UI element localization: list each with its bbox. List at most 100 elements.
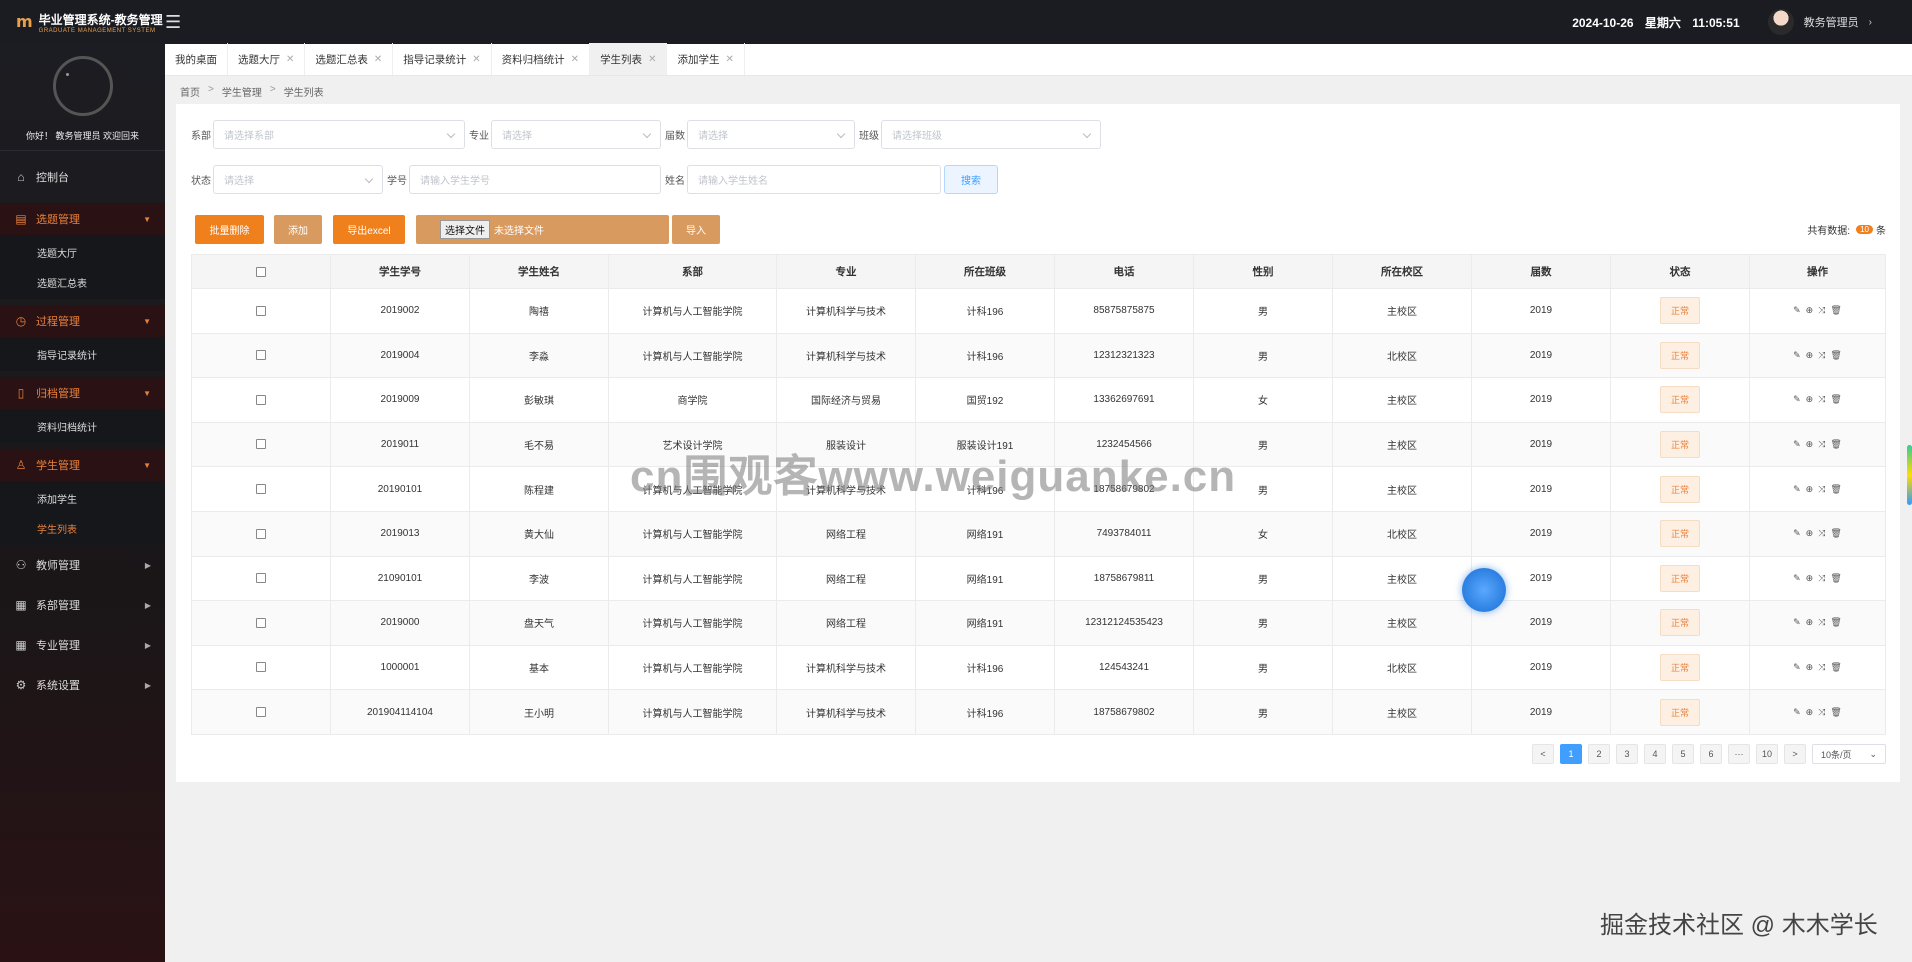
page-1[interactable]: 1 [1560,744,1582,764]
sidebar-subitem-student-list[interactable]: 学生列表 [0,513,165,543]
student-name-input[interactable]: 请输入学生姓名 [687,165,941,194]
delete-icon[interactable]: 🗑 [1830,528,1841,539]
shuffle-icon[interactable]: ⤨ [1818,439,1825,450]
row-checkbox[interactable] [256,573,266,584]
breadcrumb-student-management[interactable]: 学生管理 [222,84,262,99]
breadcrumb-home[interactable]: 首页 [180,84,200,99]
page-4[interactable]: 4 [1644,744,1666,764]
edit-icon[interactable]: ✎ [1793,350,1801,361]
close-icon[interactable]: ✕ [725,54,733,65]
close-icon[interactable]: ✕ [374,54,382,65]
page-10[interactable]: 10 [1756,744,1778,764]
edit-icon[interactable]: ✎ [1793,484,1801,495]
tab-guidance-stats[interactable]: 指导记录统计 ✕ [393,43,492,75]
import-button[interactable]: 导入 [672,215,720,244]
app-logo[interactable]: ⅿ 毕业管理系统-教务管理 GRADUATE MANAGEMENT SYSTEM [0,11,165,34]
chevron-right-icon[interactable]: › [1869,17,1872,28]
tab-desktop[interactable]: 我的桌面 [165,43,228,75]
user-name[interactable]: 教务管理员 [1804,14,1859,30]
edit-icon[interactable]: ✎ [1793,662,1801,673]
sidebar-subitem-topic-hall[interactable]: 选题大厅 [0,237,165,267]
page-3[interactable]: 3 [1616,744,1638,764]
sidebar-item-system-settings[interactable]: ⚙ 系统设置 ▶ [0,665,165,705]
shuffle-icon[interactable]: ⤨ [1818,305,1825,316]
page-2[interactable]: 2 [1588,744,1610,764]
row-checkbox[interactable] [256,484,266,495]
sidebar-subitem-archive-stats[interactable]: 资料归档统计 [0,411,165,441]
sidebar-item-topic-management[interactable]: ▤ 选题管理 ▼ [0,203,165,235]
delete-icon[interactable]: 🗑 [1830,662,1841,673]
menu-toggle-icon[interactable]: ☰ [165,12,181,33]
edit-icon[interactable]: ✎ [1793,617,1801,628]
delete-icon[interactable]: 🗑 [1830,350,1841,361]
row-checkbox[interactable] [256,707,266,717]
download-icon[interactable]: ⊕ [1806,573,1814,584]
shuffle-icon[interactable]: ⤨ [1818,707,1825,718]
page-5[interactable]: 5 [1672,744,1694,764]
download-icon[interactable]: ⊕ [1806,707,1814,718]
close-icon[interactable]: ✕ [286,54,294,65]
shuffle-icon[interactable]: ⤨ [1818,394,1825,405]
page-6[interactable]: 6 [1700,744,1722,764]
sidebar-item-department-management[interactable]: ▦ 系部管理 ▶ [0,585,165,625]
edit-icon[interactable]: ✎ [1793,528,1801,539]
delete-icon[interactable]: 🗑 [1830,305,1841,316]
tab-archive-stats[interactable]: 资料归档统计 ✕ [492,43,591,75]
add-button[interactable]: 添加 [274,215,322,244]
select-all-checkbox[interactable] [256,266,266,277]
download-icon[interactable]: ⊕ [1806,484,1814,495]
close-icon[interactable]: ✕ [571,54,579,65]
tab-add-student[interactable]: 添加学生 ✕ [667,43,745,75]
sidebar-item-student-management[interactable]: ♙ 学生管理 ▼ [0,449,165,481]
row-checkbox[interactable] [256,394,266,405]
tab-topic-hall[interactable]: 选题大厅 ✕ [228,43,306,75]
sidebar-subitem-topic-summary[interactable]: 选题汇总表 [0,267,165,297]
download-icon[interactable]: ⊕ [1806,617,1814,628]
prev-page-button[interactable]: < [1532,744,1554,764]
class-select[interactable]: 请选择班级 [881,120,1101,149]
delete-icon[interactable]: 🗑 [1830,617,1841,628]
shuffle-icon[interactable]: ⤨ [1818,617,1825,628]
shuffle-icon[interactable]: ⤨ [1818,484,1825,495]
delete-icon[interactable]: 🗑 [1830,394,1841,405]
row-checkbox[interactable] [256,528,266,539]
floating-action-button[interactable] [1462,568,1506,612]
close-icon[interactable]: ✕ [472,54,480,65]
page-ellipsis[interactable]: ··· [1728,744,1750,764]
sidebar-subitem-guidance-stats[interactable]: 指导记录统计 [0,339,165,369]
download-icon[interactable]: ⊕ [1806,528,1814,539]
page-size-select[interactable]: 10条/页 ⌄ [1812,744,1886,764]
row-checkbox[interactable] [256,439,266,450]
avatar[interactable] [1767,9,1794,35]
search-button[interactable]: 搜索 [944,165,998,194]
delete-icon[interactable]: 🗑 [1830,439,1841,450]
sidebar-subitem-add-student[interactable]: 添加学生 [0,483,165,513]
download-icon[interactable]: ⊕ [1806,662,1814,673]
delete-icon[interactable]: 🗑 [1830,707,1841,718]
delete-icon[interactable]: 🗑 [1830,484,1841,495]
sidebar-item-dashboard[interactable]: ⌂ 控制台 [0,157,165,197]
department-select[interactable]: 请选择系部 [213,120,465,149]
row-checkbox[interactable] [256,350,266,361]
tab-student-list[interactable]: 学生列表 ✕ [590,43,668,75]
shuffle-icon[interactable]: ⤨ [1818,573,1825,584]
scroll-indicator[interactable] [1907,445,1912,505]
row-checkbox[interactable] [256,662,266,673]
sidebar-item-process-management[interactable]: ◷ 过程管理 ▼ [0,305,165,337]
shuffle-icon[interactable]: ⤨ [1818,528,1825,539]
edit-icon[interactable]: ✎ [1793,439,1801,450]
edit-icon[interactable]: ✎ [1793,394,1801,405]
year-select[interactable]: 请选择 [687,120,855,149]
choose-file-button[interactable]: 选择文件 [440,220,490,239]
download-icon[interactable]: ⊕ [1806,439,1814,450]
download-icon[interactable]: ⊕ [1806,305,1814,316]
major-select[interactable]: 请选择 [491,120,661,149]
edit-icon[interactable]: ✎ [1793,573,1801,584]
sidebar-item-teacher-management[interactable]: ⚇ 教师管理 ▶ [0,545,165,585]
shuffle-icon[interactable]: ⤨ [1818,350,1825,361]
row-checkbox[interactable] [256,617,266,628]
delete-icon[interactable]: 🗑 [1830,573,1841,584]
export-excel-button[interactable]: 导出excel [333,215,405,244]
download-icon[interactable]: ⊕ [1806,350,1814,361]
close-icon[interactable]: ✕ [648,54,656,65]
